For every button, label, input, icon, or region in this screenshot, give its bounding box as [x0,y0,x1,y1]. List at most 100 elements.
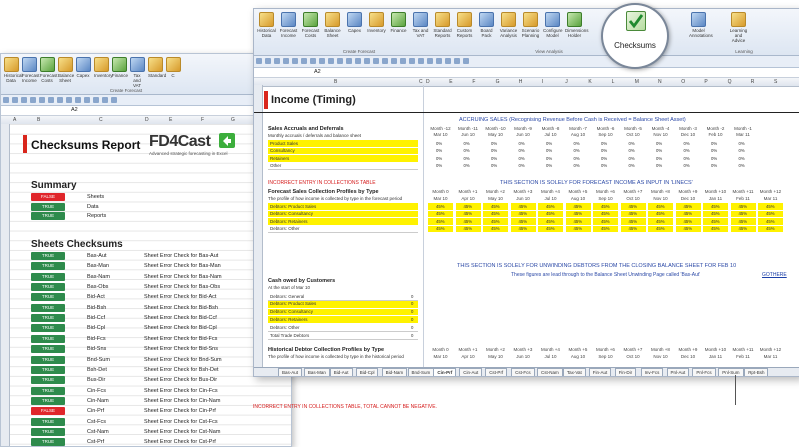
sheet-name[interactable]: Bid-Sns [87,346,106,352]
percent-cell[interactable]: 45% [766,204,775,209]
percent-cell[interactable]: 0% [629,156,635,161]
value-cell[interactable]: 0 [411,294,413,299]
sheet-name[interactable]: Bas-Man [87,263,109,269]
percent-cell[interactable]: 0% [491,163,497,168]
percent-cell[interactable]: 0% [491,141,497,146]
quick-access-toolbar[interactable] [1,95,291,106]
percent-cell[interactable]: 45% [684,211,693,216]
sheet-tab[interactable]: Pnl-Aut [666,368,690,376]
sheet-tab[interactable]: Bnd-Sum [407,368,435,376]
percent-cell[interactable]: 45% [436,204,445,209]
percent-cell[interactable]: 0% [711,141,717,146]
ribbon-button[interactable]: Standard Reports [433,12,452,38]
percent-cell[interactable]: 45% [464,211,473,216]
sheet-name[interactable]: Cst-Fcs [87,419,106,425]
sheet-name[interactable]: Bus-Dir [87,377,105,383]
percent-cell[interactable]: 0% [684,163,690,168]
percent-cell[interactable]: 45% [464,204,473,209]
percent-cell[interactable]: 45% [436,226,445,231]
percent-cell[interactable]: 45% [739,226,748,231]
percent-cell[interactable]: 0% [656,148,662,153]
percent-cell[interactable]: 0% [574,163,580,168]
percent-cell[interactable]: 45% [629,211,638,216]
percent-cell[interactable]: 0% [656,163,662,168]
percent-cell[interactable]: 0% [491,156,497,161]
percent-cell[interactable]: 0% [491,148,497,153]
sheet-tab[interactable]: Cst-Fcs [511,368,535,376]
percent-cell[interactable]: 45% [574,219,583,224]
percent-cell[interactable]: 0% [574,148,580,153]
sheet-name[interactable]: Cst-Prf [87,439,104,445]
ribbon-button[interactable]: Variance Analysis [499,12,518,38]
percent-cell[interactable]: 45% [656,204,665,209]
percent-cell[interactable]: 0% [546,163,552,168]
sheet-name[interactable]: Bid-Fcs [87,336,106,342]
percent-cell[interactable]: 0% [629,141,635,146]
percent-cell[interactable]: 0% [464,163,470,168]
percent-cell[interactable]: 0% [546,156,552,161]
goto-link[interactable]: GOTHERE [762,272,787,278]
percent-cell[interactable]: 0% [436,156,442,161]
ribbon-button[interactable]: Standard [148,57,166,78]
value-cell[interactable]: 0 [411,317,413,322]
ribbon-button[interactable]: Forecast Costs [301,12,320,38]
percent-cell[interactable]: 0% [739,141,745,146]
percent-cell[interactable]: 0% [684,148,690,153]
sheet-name[interactable]: Bas-Aut [87,253,107,259]
percent-cell[interactable]: 45% [436,219,445,224]
ribbon-button[interactable]: Capex [76,57,91,78]
percent-cell[interactable]: 0% [684,141,690,146]
percent-cell[interactable]: 45% [629,204,638,209]
percent-cell[interactable]: 0% [656,141,662,146]
ribbon-button[interactable]: Configure Model [543,12,563,38]
percent-cell[interactable]: 0% [546,141,552,146]
percent-cell[interactable]: 0% [739,148,745,153]
ribbon-button[interactable]: Historical Data [257,12,276,38]
percent-cell[interactable]: 0% [601,148,607,153]
percent-cell[interactable]: 0% [739,156,745,161]
percent-cell[interactable]: 0% [519,163,525,168]
percent-cell[interactable]: 45% [574,211,583,216]
percent-cell[interactable]: 45% [711,204,720,209]
percent-cell[interactable]: 0% [519,148,525,153]
percent-cell[interactable]: 45% [436,211,445,216]
percent-cell[interactable]: 45% [711,219,720,224]
sheet-tab[interactable]: Rpt-Bsh [744,368,769,376]
percent-cell[interactable]: 45% [546,211,555,216]
ribbon-button[interactable]: Inventory [94,57,113,78]
percent-cell[interactable]: 45% [601,219,610,224]
ribbon-button[interactable]: Custom Reports [455,12,474,38]
percent-cell[interactable]: 45% [491,204,500,209]
sheet-name[interactable]: Bid-Ccf [87,315,105,321]
percent-cell[interactable]: 45% [519,211,528,216]
checksums-icon[interactable] [626,11,646,31]
percent-cell[interactable]: 45% [629,226,638,231]
percent-cell[interactable]: 45% [656,226,665,231]
sheet-tab[interactable]: Bid-Aut [329,368,353,376]
percent-cell[interactable]: 0% [739,163,745,168]
value-cell[interactable]: 0 [411,309,413,314]
ribbon-button[interactable]: Finance [389,12,408,33]
percent-cell[interactable]: 0% [464,148,470,153]
percent-cell[interactable]: 0% [601,141,607,146]
ribbon-button[interactable]: Dimensions Holder [565,12,589,38]
percent-cell[interactable]: 45% [464,219,473,224]
sheet-name[interactable]: Bas-Nam [87,274,110,280]
percent-cell[interactable]: 0% [436,141,442,146]
percent-cell[interactable]: 45% [766,219,775,224]
sheet-name[interactable]: Bid-Bsh [87,305,106,311]
ribbon-button[interactable]: Tax and VAT [130,57,145,88]
percent-cell[interactable]: 0% [546,148,552,153]
sheet-tab[interactable]: Inv-Fcs [640,368,664,376]
percent-cell[interactable]: 45% [601,204,610,209]
percent-cell[interactable]: 45% [519,204,528,209]
sheet-tab[interactable]: Cst-Prf [485,368,508,376]
value-cell[interactable]: 0 [411,333,413,338]
ribbon-button[interactable]: Balance Sheet [58,57,74,83]
ribbon-button[interactable]: Board Pack [477,12,496,38]
percent-cell[interactable]: 0% [464,156,470,161]
name-box[interactable]: A2 [71,107,78,113]
sheet-name[interactable]: Cin-Prf [87,408,104,414]
front-formula-bar[interactable]: A2 [254,68,799,78]
ribbon-button[interactable]: Forecast Income [22,57,40,83]
